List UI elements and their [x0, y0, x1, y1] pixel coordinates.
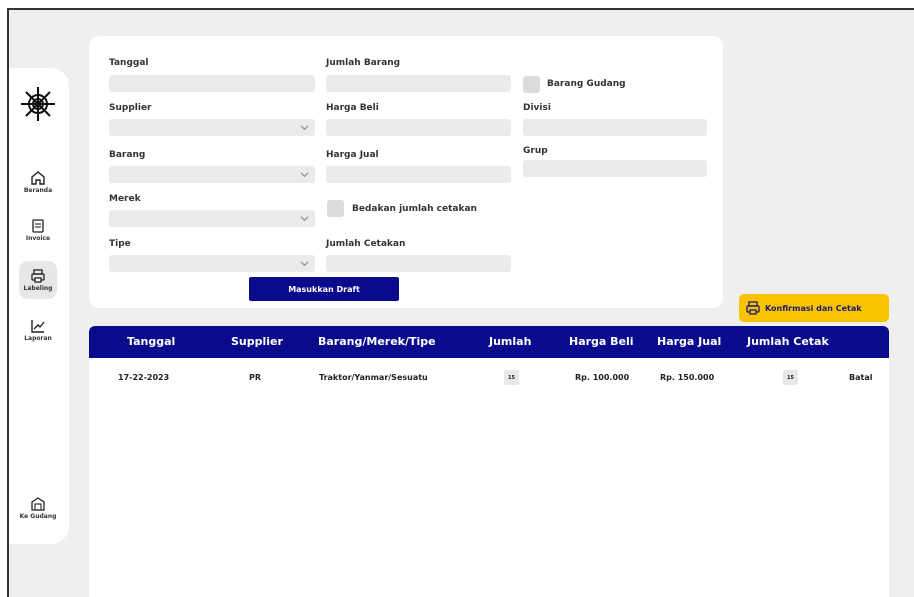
chevron-down-icon	[300, 125, 309, 131]
grup-label: Grup	[523, 146, 548, 156]
divisi-label: Divisi	[523, 103, 551, 113]
sidebar-item-laporan[interactable]: Laporan	[9, 318, 69, 342]
sidebar-item-invoice[interactable]: Invoice	[9, 218, 69, 242]
app-frame: Beranda Invoice Labeling Laporan Ke Guda…	[7, 8, 914, 597]
column-header-supplier: Supplier	[231, 335, 283, 348]
table-header: Tanggal Supplier Barang/Merek/Tipe Jumla…	[89, 326, 889, 358]
barang-gudang-checkbox[interactable]	[523, 76, 540, 93]
tipe-label: Tipe	[109, 239, 131, 249]
konfirmasi-cetak-button[interactable]: Konfirmasi dan Cetak	[739, 294, 889, 322]
supplier-select[interactable]	[109, 119, 315, 136]
sidebar-item-ke-gudang[interactable]: Ke Gudang	[9, 496, 69, 520]
sidebar-item-label: Laporan	[24, 335, 52, 342]
home-icon	[31, 171, 45, 185]
column-header-jumlah-cetak: Jumlah Cetak	[747, 335, 829, 348]
masukkan-draft-button[interactable]: Masukkan Draft	[249, 277, 399, 301]
batal-link[interactable]: Batal	[849, 373, 872, 382]
chevron-down-icon	[300, 172, 309, 178]
sidebar-item-labeling[interactable]: Labeling	[9, 261, 69, 299]
tipe-select[interactable]	[109, 255, 315, 272]
chevron-down-icon	[300, 216, 309, 222]
divisi-input[interactable]	[523, 119, 707, 136]
draft-table: Tanggal Supplier Barang/Merek/Tipe Jumla…	[89, 326, 889, 597]
printer-icon	[31, 269, 45, 283]
cell-barang: Traktor/Yanmar/Sesuatu	[319, 373, 428, 382]
tanggal-label: Tanggal	[109, 58, 149, 68]
column-header-barang: Barang/Merek/Tipe	[318, 335, 436, 348]
warehouse-icon	[31, 497, 45, 511]
draft-form-card: Tanggal Supplier Barang Merek Tipe Jumla…	[89, 36, 723, 308]
sidebar-item-beranda[interactable]: Beranda	[9, 170, 69, 194]
harga-beli-label: Harga Beli	[326, 103, 379, 113]
column-header-harga-beli: Harga Beli	[569, 335, 634, 348]
column-header-jumlah: Jumlah	[489, 335, 532, 348]
column-header-tanggal: Tanggal	[127, 335, 176, 348]
harga-beli-input[interactable]	[326, 119, 511, 136]
cell-tanggal: 17-22-2023	[118, 373, 170, 382]
jumlah-cetakan-label: Jumlah Cetakan	[326, 239, 406, 249]
merek-select[interactable]	[109, 210, 315, 227]
bedakan-checkbox[interactable]	[327, 200, 344, 217]
cell-jumlah[interactable]: 15	[504, 370, 519, 385]
sidebar-item-label: Labeling	[23, 285, 53, 292]
sidebar-item-label: Beranda	[23, 187, 53, 194]
jumlah-cetakan-input[interactable]	[326, 255, 511, 272]
harga-jual-label: Harga Jual	[326, 150, 379, 160]
konfirmasi-cetak-label: Konfirmasi dan Cetak	[765, 303, 862, 313]
active-item-highlight: Labeling	[19, 261, 57, 299]
cell-harga-beli: Rp. 100.000	[575, 373, 630, 382]
jumlah-barang-label: Jumlah Barang	[326, 58, 401, 68]
harga-jual-input[interactable]	[326, 166, 511, 183]
jumlah-barang-input[interactable]	[326, 75, 511, 92]
sidebar-item-label: Invoice	[25, 235, 51, 242]
ship-wheel-logo-icon	[21, 87, 55, 121]
cell-harga-jual: Rp. 150.000	[660, 373, 715, 382]
sidebar: Beranda Invoice Labeling Laporan Ke Guda…	[9, 68, 69, 544]
chevron-down-icon	[300, 261, 309, 267]
chart-icon	[31, 320, 45, 333]
barang-label: Barang	[109, 150, 146, 160]
invoice-icon	[32, 219, 44, 233]
grup-input[interactable]	[523, 160, 707, 177]
barang-select[interactable]	[109, 166, 315, 183]
merek-label: Merek	[109, 194, 141, 204]
column-header-harga-jual: Harga Jual	[657, 335, 722, 348]
printer-icon	[746, 301, 760, 315]
barang-gudang-label: Barang Gudang	[547, 79, 626, 89]
tanggal-input[interactable]	[109, 75, 315, 92]
bedakan-label: Bedakan jumlah cetakan	[352, 204, 477, 214]
cell-jumlah-cetak[interactable]: 15	[783, 370, 798, 385]
supplier-label: Supplier	[109, 103, 152, 113]
sidebar-item-label: Ke Gudang	[19, 513, 57, 520]
cell-supplier: PR	[249, 373, 262, 382]
